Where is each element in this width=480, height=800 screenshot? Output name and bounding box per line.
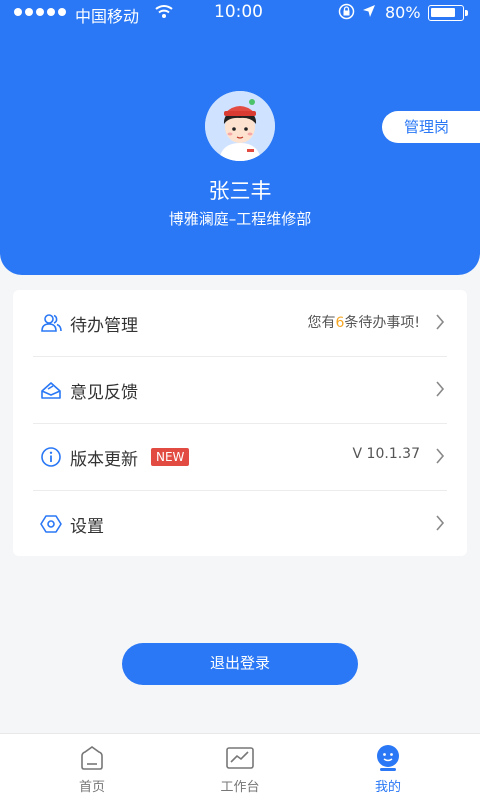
todo-suffix: 条待办事项! [344, 315, 420, 331]
tab-workbench[interactable]: 工作台 [190, 734, 290, 800]
settings-icon [40, 515, 62, 533]
battery-percent: 80% [385, 3, 421, 22]
avatar[interactable] [205, 91, 275, 161]
todo-prefix: 您有 [307, 315, 336, 331]
new-badge: NEW [151, 448, 190, 466]
user-department: 博雅澜庭–工程维修部 [168, 210, 312, 228]
menu-item-label: 设置 [70, 517, 104, 537]
user-name: 张三丰 [208, 179, 272, 203]
home-icon [81, 746, 103, 770]
chevron-right-icon [436, 448, 445, 464]
status-bar: 中国移动 10:00 80% [0, 0, 480, 26]
battery-icon [428, 5, 468, 21]
carrier-label: 中国移动 [75, 7, 140, 26]
chart-icon [226, 747, 254, 769]
chevron-right-icon [436, 381, 445, 397]
profile-header: 中国移动 10:00 80% 张三丰 博雅澜庭–工程维修部 管理岗 [0, 0, 480, 275]
tab-bar: 首页 工作台 我的 [0, 733, 480, 800]
clock: 10:00 [214, 2, 263, 22]
version-number: V 10.1.37 [352, 446, 420, 462]
menu-card: 待办管理 您有6条待办事项! 意见反馈 版本更新 NEW V 10.1.37 设… [13, 290, 467, 556]
tab-label: 工作台 [220, 780, 260, 795]
menu-item-todo[interactable]: 待办管理 您有6条待办事项! [13, 290, 467, 356]
avatar-illustration [205, 91, 275, 161]
wifi-icon [155, 5, 173, 18]
menu-item-label: 意见反馈 [70, 383, 138, 403]
tab-label: 我的 [374, 780, 401, 795]
menu-item-update[interactable]: 版本更新 NEW V 10.1.37 [13, 424, 467, 490]
menu-item-label: 版本更新 [70, 450, 138, 470]
menu-item-feedback[interactable]: 意见反馈 [13, 357, 467, 423]
role-badge[interactable]: 管理岗 [382, 111, 480, 143]
tab-label: 首页 [78, 780, 105, 795]
rotation-lock-icon [338, 3, 355, 20]
feedback-icon [41, 382, 61, 399]
users-icon [41, 314, 62, 332]
info-icon [41, 447, 61, 467]
tab-home[interactable]: 首页 [42, 734, 142, 800]
user-icon [377, 745, 399, 771]
location-icon [363, 5, 375, 17]
todo-summary: 您有6条待办事项! [307, 312, 420, 332]
chevron-right-icon [436, 314, 445, 330]
logout-button[interactable]: 退出登录 [122, 643, 358, 685]
signal-icon [14, 8, 66, 16]
tab-mine[interactable]: 我的 [338, 734, 438, 800]
menu-item-settings[interactable]: 设置 [13, 491, 467, 557]
chevron-right-icon [436, 515, 445, 531]
menu-item-label: 待办管理 [70, 316, 138, 336]
